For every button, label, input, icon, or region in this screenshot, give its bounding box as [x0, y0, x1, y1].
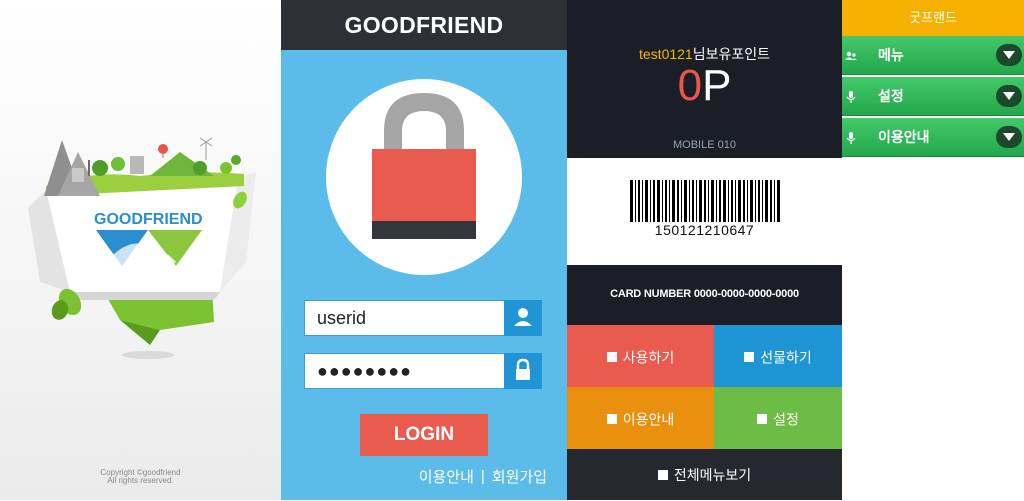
chevron-down-icon[interactable]	[996, 85, 1022, 107]
barcode-number: 150121210647	[654, 222, 755, 238]
menu-item-label: 메뉴	[878, 47, 904, 63]
link-separator: |	[480, 468, 485, 485]
chevron-down-icon[interactable]	[996, 126, 1022, 148]
card-number: CARD NUMBER 0000-0000-0000-0000	[610, 288, 799, 300]
login-links: 이용안내 | 회원가입	[419, 466, 547, 487]
mic-icon	[846, 91, 856, 103]
settings-button[interactable]: 설정	[714, 387, 842, 449]
password-input-value: ●●●●●●●●	[317, 361, 412, 381]
barcode	[630, 180, 780, 222]
menu-item-guide[interactable]: 이용안내	[842, 118, 1024, 157]
lock-illustration	[326, 79, 522, 275]
side-menu-title: 굿프랜드	[842, 0, 1024, 36]
square-bullet-icon	[757, 414, 768, 425]
padlock-small-icon	[504, 353, 542, 389]
square-bullet-icon	[606, 414, 617, 425]
gift-button[interactable]: 선물하기	[714, 325, 842, 387]
point-card-screen: test0121님보유포인트 0P MOBILE 010 15012121064…	[567, 0, 842, 500]
splash-illustration: GOOD FRIEND	[28, 137, 256, 359]
all-menu-label: 전체메뉴보기	[673, 466, 752, 483]
menu-item-settings[interactable]: 설정	[842, 77, 1024, 116]
side-menu-screen: 굿프랜드 메뉴 설정 이용안내	[842, 0, 1024, 500]
settings-label: 설정	[773, 411, 799, 428]
login-button[interactable]: LOGIN	[360, 414, 488, 456]
menu-item-menu[interactable]: 메뉴	[842, 36, 1024, 75]
menu-item-label: 설정	[878, 88, 904, 104]
copyright: Copyright ©goodfriend All rights reserve…	[0, 469, 281, 485]
login-header-title: GOODFRIEND	[281, 0, 567, 50]
guide-label: 이용안내	[622, 411, 675, 428]
signup-link[interactable]: 회원가입	[492, 469, 547, 486]
userid-input[interactable]: userid	[304, 300, 542, 336]
barcode-area	[567, 158, 842, 265]
points-value: 0	[677, 61, 703, 110]
mic-icon	[846, 132, 856, 144]
gift-label: 선물하기	[760, 349, 812, 366]
svg-text:GOOD: GOOD	[94, 211, 143, 228]
user-icon	[504, 300, 542, 336]
square-bullet-icon	[606, 352, 617, 363]
square-bullet-icon	[657, 470, 668, 481]
square-bullet-icon	[744, 352, 755, 363]
chevron-down-icon[interactable]	[996, 44, 1022, 66]
password-input[interactable]: ●●●●●●●●	[304, 353, 542, 389]
svg-text:FRIEND: FRIEND	[143, 211, 203, 228]
mobile-label: MOBILE 010	[673, 139, 736, 151]
points-unit: P	[702, 61, 732, 110]
points-display: 0P	[567, 58, 842, 114]
guide-button[interactable]: 이용안내	[567, 387, 714, 449]
menu-item-label: 이용안내	[878, 129, 930, 145]
lock-icon	[372, 93, 476, 239]
group-icon	[845, 51, 857, 60]
use-points-label: 사용하기	[622, 349, 675, 366]
copyright-line-2: All rights reserved.	[107, 476, 174, 485]
use-points-button[interactable]: 사용하기	[567, 325, 714, 387]
splash-screen: GOOD FRIEND Copyright ©goodfriend All ri…	[0, 0, 281, 500]
userid-input-value: userid	[317, 308, 367, 328]
all-menu-button[interactable]: 전체메뉴보기	[567, 449, 842, 500]
guide-link[interactable]: 이용안내	[419, 469, 474, 486]
login-screen: GOODFRIEND userid ●●●●●●●● LOGIN 이용안내 | 회원…	[281, 0, 567, 500]
